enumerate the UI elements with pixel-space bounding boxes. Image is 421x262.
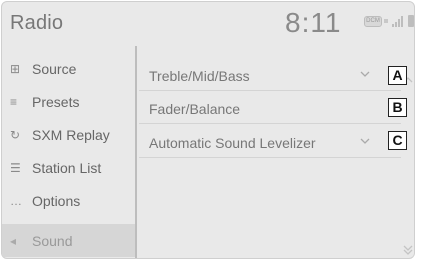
automatic-sound-levelizer-item[interactable]: Automatic Sound Levelizer xyxy=(139,128,401,158)
station-list-icon: ☰ xyxy=(10,160,21,175)
status-bar: Radio 8:11 DCM ᛒ xyxy=(2,2,414,46)
sidebar-item-source[interactable]: ⊞ Source xyxy=(2,52,135,85)
sidebar-item-label: SXM Replay xyxy=(32,126,110,143)
sidebar-item-presets[interactable]: ≡ Presets xyxy=(2,85,135,118)
sound-settings-list: Treble/Mid/Bass Fader/Balance Automatic … xyxy=(139,46,414,258)
signal-strength-icon xyxy=(392,15,406,27)
options-icon: … xyxy=(10,193,22,208)
replay-icon: ↻ xyxy=(10,127,21,142)
sidebar-item-station-list[interactable]: ☰ Station List xyxy=(2,151,135,184)
radio-screen: Radio 8:11 DCM ᛒ ⊞ Source ≡ Presets ↻ SX… xyxy=(1,1,415,259)
sidebar-item-sound[interactable]: ◂ Sound xyxy=(2,224,135,257)
clock: 8:11 xyxy=(285,7,342,38)
scroll-down-icon[interactable] xyxy=(403,242,413,255)
fader-balance-item[interactable]: Fader/Balance xyxy=(139,94,401,124)
source-icon: ⊞ xyxy=(10,61,21,76)
treble-mid-bass-item[interactable]: Treble/Mid/Bass xyxy=(139,61,401,91)
sidebar-divider xyxy=(135,46,137,258)
list-item-label: Treble/Mid/Bass xyxy=(149,67,250,84)
callout-label-b: B xyxy=(388,98,407,117)
sidebar-item-label: Sound xyxy=(32,232,73,249)
phone-icon xyxy=(408,15,414,27)
chevron-down-icon xyxy=(360,136,370,146)
chevron-down-icon xyxy=(360,69,370,79)
sidebar-item-label: Options xyxy=(32,192,81,209)
callout-label-a: A xyxy=(388,66,407,85)
list-item-label: Automatic Sound Levelizer xyxy=(149,134,316,151)
presets-icon: ≡ xyxy=(10,94,18,109)
indicator-icon xyxy=(384,19,388,23)
dcm-icon: DCM xyxy=(364,16,382,27)
callout-label-c: C xyxy=(388,131,407,150)
sidebar-item-sxm-replay[interactable]: ↻ SXM Replay xyxy=(2,118,135,151)
sidebar-item-label: Station List xyxy=(32,159,102,176)
speaker-icon: ◂ xyxy=(10,233,17,248)
sidebar: ⊞ Source ≡ Presets ↻ SXM Replay ☰ Statio… xyxy=(2,52,135,258)
list-item-label: Fader/Balance xyxy=(149,100,241,117)
sidebar-item-label: Presets xyxy=(32,93,80,110)
sidebar-item-label: Source xyxy=(32,60,77,77)
sidebar-item-options[interactable]: … Options xyxy=(2,184,135,217)
screen-title: Radio xyxy=(10,12,64,34)
